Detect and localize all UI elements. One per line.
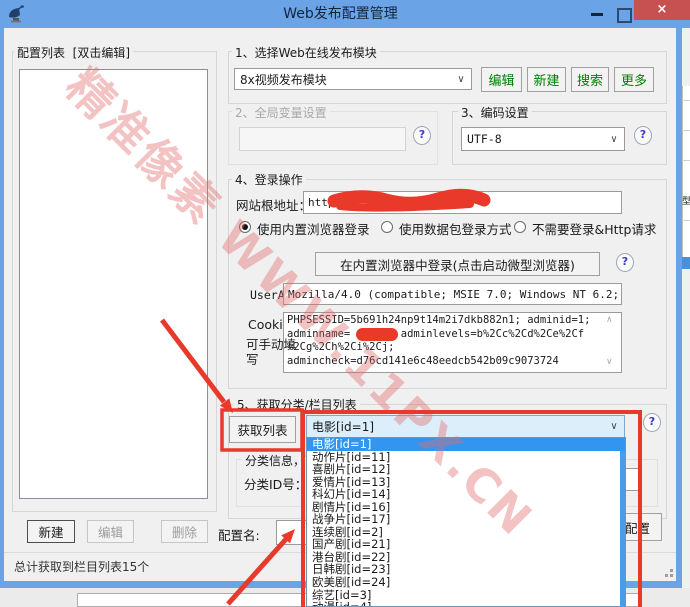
scroll-up-icon[interactable]: ∧: [606, 315, 613, 325]
dropdown-option[interactable]: 电影[id=1]: [307, 438, 625, 451]
category-dropdown-list[interactable]: 电影[id=1] 动作片[id=11] 喜剧片[id=12] 爱情片[id=13…: [306, 437, 626, 607]
config-list-label: 配置列表 [双击编辑]: [14, 44, 133, 61]
dropdown-scrollbar[interactable]: [620, 451, 626, 607]
browser-login-button[interactable]: 在内置浏览器中登录(点击启动微型浏览器): [315, 252, 600, 276]
minimize-icon: [591, 13, 603, 16]
config-edit-button[interactable]: 编辑: [87, 520, 134, 543]
scroll-down-icon[interactable]: ∨: [606, 357, 613, 367]
cookie-line: adminname= adminlevels=b%2Cc%2Cd%2Ce%2Cf: [287, 328, 605, 342]
section3-title: 3、编码设置: [458, 104, 532, 121]
radio-packet-login[interactable]: [381, 221, 393, 233]
config-new-button[interactable]: 新建: [27, 520, 75, 543]
chevron-down-icon: ∨: [606, 128, 622, 150]
site-url-label: 网站根地址：: [236, 195, 311, 214]
background-window-strip: 型: [682, 28, 690, 607]
category-select[interactable]: 电影[id=1] ∨: [306, 415, 625, 438]
config-name-label: 配置名:: [218, 525, 260, 544]
background-scrollbar-fragment: [682, 257, 690, 269]
cookie-textarea[interactable]: PHPSESSID=5b691h24np9t14m2i7dkb882n1; ad…: [283, 312, 622, 373]
titlebar[interactable]: Web发布配置管理 ×: [0, 0, 690, 28]
dropdown-option[interactable]: 战争片[id=17]: [307, 513, 625, 526]
module-more-button[interactable]: 更多: [614, 67, 654, 92]
radio-no-login-label: 不需要登录&Http请求: [532, 219, 656, 238]
fetch-list-button[interactable]: 获取列表: [229, 416, 296, 443]
module-search-button[interactable]: 搜索: [571, 67, 609, 92]
config-delete-button[interactable]: 删除: [161, 520, 208, 543]
site-url-input[interactable]: http://: [303, 191, 622, 214]
radio-browser-login-label: 使用内置浏览器登录: [257, 219, 370, 238]
dropdown-option[interactable]: 欧美剧[id=24]: [307, 576, 625, 589]
module-new-button[interactable]: 新建: [527, 67, 566, 92]
window-border-left: [0, 28, 4, 581]
help-icon[interactable]: ?: [616, 253, 634, 272]
useragent-input[interactable]: Mozilla/4.0 (compatible; MSIE 7.0; Windo…: [283, 283, 622, 305]
category-id-label: 分类ID号：: [244, 474, 307, 493]
resize-grip[interactable]: [658, 564, 674, 578]
cookie-line: admincheck=d76cd141e6c48eedcb542b09c9073…: [287, 355, 605, 369]
radio-packet-login-label: 使用数据包登录方式: [399, 219, 512, 238]
background-text-fragment: 型: [682, 194, 690, 207]
dropdown-option[interactable]: 科幻片[id=14]: [307, 488, 625, 501]
section4-title: 4、登录操作: [232, 171, 306, 188]
dropdown-option[interactable]: 动漫[id=4]: [307, 601, 625, 607]
section1-title: 1、选择Web在线发布模块: [232, 44, 380, 61]
module-select[interactable]: 8x视频发布模块 ∨: [234, 68, 472, 90]
radio-browser-login[interactable]: [239, 221, 251, 233]
help-icon[interactable]: ?: [413, 126, 431, 145]
config-listbox[interactable]: [19, 69, 208, 499]
module-edit-button[interactable]: 编辑: [481, 67, 522, 92]
radio-no-login[interactable]: [514, 221, 526, 233]
section2-title: 2、全局变量设置: [232, 104, 330, 121]
manual-fill-label2: 写: [246, 349, 259, 368]
status-text: 总计获取到栏目列表15个: [14, 558, 149, 575]
dropdown-option[interactable]: 喜剧片[id=12]: [307, 463, 625, 476]
chevron-down-icon: ∨: [453, 69, 469, 89]
help-icon[interactable]: ?: [643, 413, 661, 432]
maximize-icon[interactable]: [617, 8, 632, 23]
window-title: Web发布配置管理: [0, 0, 681, 28]
cookie-line: %2Cg%2Ch%2Ci%2Cj;: [287, 341, 605, 355]
global-var-input: [239, 127, 406, 151]
encoding-select[interactable]: UTF-8 ∨: [461, 127, 625, 151]
chevron-down-icon: ∨: [606, 416, 622, 437]
close-button[interactable]: ×: [634, 0, 690, 20]
help-icon[interactable]: ?: [634, 126, 652, 145]
cookie-line: PHPSESSID=5b691h24np9t14m2i7dkb882n1; ad…: [287, 314, 605, 328]
section5-title: 5、获取分类/栏目列表: [234, 396, 360, 413]
web-publish-config-window: Web发布配置管理 × 型 配置列表 [双击编辑] 1、选择Web在线发布模块 …: [0, 0, 690, 607]
